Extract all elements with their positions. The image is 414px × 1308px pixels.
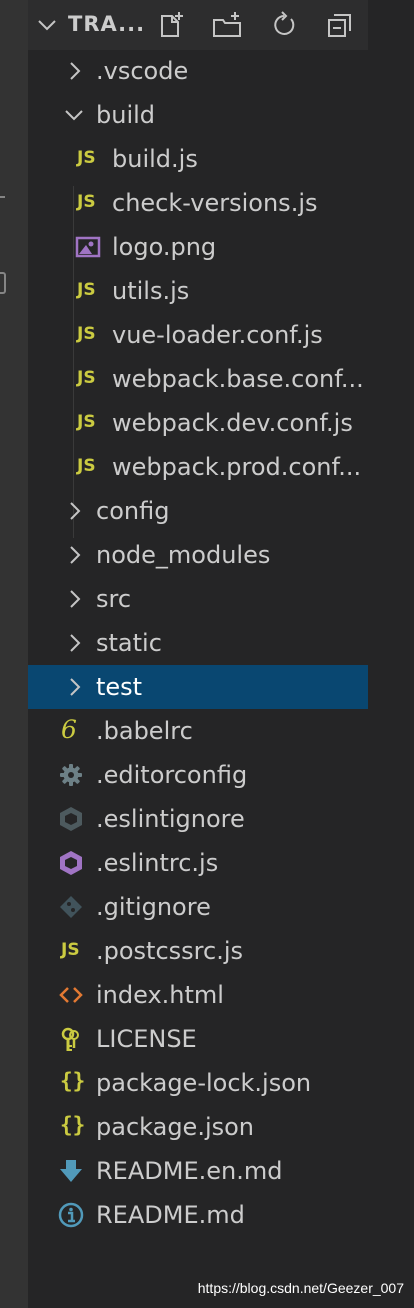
tree-item-label: .eslintrc.js <box>96 849 219 877</box>
tree-item-label: build.js <box>112 145 198 173</box>
new-file-icon[interactable] <box>156 10 186 40</box>
tree-folder-static[interactable]: static <box>28 621 368 665</box>
tree-item-label: logo.png <box>112 233 217 261</box>
tree-folder-config[interactable]: config <box>28 489 368 533</box>
tree-folder-build[interactable]: build <box>28 93 368 137</box>
eslint-icon <box>60 807 82 831</box>
tree-item-label: webpack.base.conf... <box>112 365 364 393</box>
chevron-right-icon <box>70 590 81 608</box>
babel-file-icon: 6 <box>61 715 77 744</box>
tree-file-eslintrc-js[interactable]: .eslintrc.js <box>28 841 368 885</box>
collapse-all-icon[interactable] <box>325 10 355 40</box>
git-icon <box>60 896 82 918</box>
tree-file-utils-js[interactable]: JS utils.js <box>28 269 368 313</box>
tree-file-gitignore[interactable]: .gitignore <box>28 885 368 929</box>
chevron-right-icon <box>70 634 81 652</box>
tree-item-label: README.md <box>96 1201 245 1229</box>
eslint-icon <box>60 851 82 875</box>
new-folder-icon[interactable] <box>211 10 243 40</box>
tree-file-package-lock-json[interactable]: {} package-lock.json <box>28 1061 368 1105</box>
activity-bar-indicator <box>0 196 5 198</box>
explorer-title[interactable]: TRA... <box>68 12 145 36</box>
tree-folder-test[interactable]: test <box>28 665 368 709</box>
js-file-icon: JS <box>77 280 96 300</box>
tree-file-build-js[interactable]: JS build.js <box>28 137 368 181</box>
activity-bar <box>0 0 28 1308</box>
explorer-panel: TRA... .vscode build JS build.js JS chec… <box>28 0 368 1308</box>
tree-item-label: index.html <box>96 981 224 1009</box>
chevron-down-icon[interactable] <box>36 14 58 36</box>
watermark: https://blog.csdn.net/Geezer_007 <box>197 1280 404 1296</box>
html-code-icon <box>59 987 83 1003</box>
key-icon <box>61 1027 79 1051</box>
js-file-icon: JS <box>77 412 96 432</box>
tree-item-label: static <box>96 629 162 657</box>
tree-file-webpack-base-conf[interactable]: JS webpack.base.conf... <box>28 357 368 401</box>
js-file-icon: JS <box>77 148 96 168</box>
chevron-right-icon <box>70 678 81 696</box>
tree-item-label: .gitignore <box>96 893 211 921</box>
tree-item-label: LICENSE <box>96 1025 197 1053</box>
tree-item-label: README.en.md <box>96 1157 283 1185</box>
chevron-down-icon <box>65 110 83 121</box>
image-file-icon <box>75 236 101 258</box>
tree-item-label: .eslintignore <box>96 805 245 833</box>
tree-item-label: src <box>96 585 132 613</box>
tree-item-label: build <box>96 101 156 129</box>
tree-item-label: node_modules <box>96 541 271 569</box>
tree-file-babelrc[interactable]: 6 .babelrc <box>28 709 368 753</box>
tree-file-eslintignore[interactable]: .eslintignore <box>28 797 368 841</box>
tree-item-label: check-versions.js <box>112 189 318 217</box>
chevron-right-icon <box>70 546 81 564</box>
json-file-icon: {} <box>60 1069 86 1093</box>
tree-file-index-html[interactable]: index.html <box>28 973 368 1017</box>
tree-folder-src[interactable]: src <box>28 577 368 621</box>
tree-folder-node-modules[interactable]: node_modules <box>28 533 368 577</box>
tree-file-postcssrc-js[interactable]: JS .postcssrc.js <box>28 929 368 973</box>
tree-item-label: vue-loader.conf.js <box>112 321 323 349</box>
tree-item-label: .vscode <box>96 57 189 85</box>
js-file-icon: JS <box>77 324 96 344</box>
activity-bar-icon-fragment <box>0 272 6 294</box>
gear-icon <box>60 764 82 786</box>
tree-item-label: webpack.prod.conf... <box>112 453 362 481</box>
tree-file-package-json[interactable]: {} package.json <box>28 1105 368 1149</box>
chevron-right-icon <box>70 502 81 520</box>
js-file-icon: JS <box>77 192 96 212</box>
tree-item-label: .editorconfig <box>96 761 248 789</box>
tree-file-webpack-dev-conf-js[interactable]: JS webpack.dev.conf.js <box>28 401 368 445</box>
explorer-header: TRA... <box>28 0 368 50</box>
tree-item-label: .babelrc <box>96 717 193 745</box>
js-file-icon: JS <box>77 456 96 476</box>
tree-file-readme-md[interactable]: README.md <box>28 1193 368 1237</box>
tree-file-readme-en-md[interactable]: README.en.md <box>28 1149 368 1193</box>
tree-file-license[interactable]: LICENSE <box>28 1017 368 1061</box>
js-file-icon: JS <box>61 940 80 960</box>
tree-item-label: package-lock.json <box>96 1069 312 1097</box>
tree-file-editorconfig[interactable]: .editorconfig <box>28 753 368 797</box>
tree-folder-vscode[interactable]: .vscode <box>28 49 368 93</box>
js-file-icon: JS <box>77 368 96 388</box>
tree-item-label: package.json <box>96 1113 255 1141</box>
chevron-right-icon <box>70 62 81 80</box>
json-file-icon: {} <box>60 1113 86 1137</box>
tree-item-label: test <box>96 673 143 701</box>
tree-item-label: config <box>96 497 170 525</box>
tree-item-label: .postcssrc.js <box>96 937 243 965</box>
refresh-icon[interactable] <box>269 10 299 40</box>
info-icon <box>58 1202 84 1228</box>
tree-item-label: webpack.dev.conf.js <box>112 409 353 437</box>
tree-file-vue-loader-conf-js[interactable]: JS vue-loader.conf.js <box>28 313 368 357</box>
tree-item-label: utils.js <box>112 277 190 305</box>
tree-file-logo-png[interactable]: logo.png <box>28 225 368 269</box>
tree-file-webpack-prod-conf[interactable]: JS webpack.prod.conf... <box>28 445 368 489</box>
tree-file-check-versions-js[interactable]: JS check-versions.js <box>28 181 368 225</box>
download-arrow-icon <box>60 1160 82 1182</box>
